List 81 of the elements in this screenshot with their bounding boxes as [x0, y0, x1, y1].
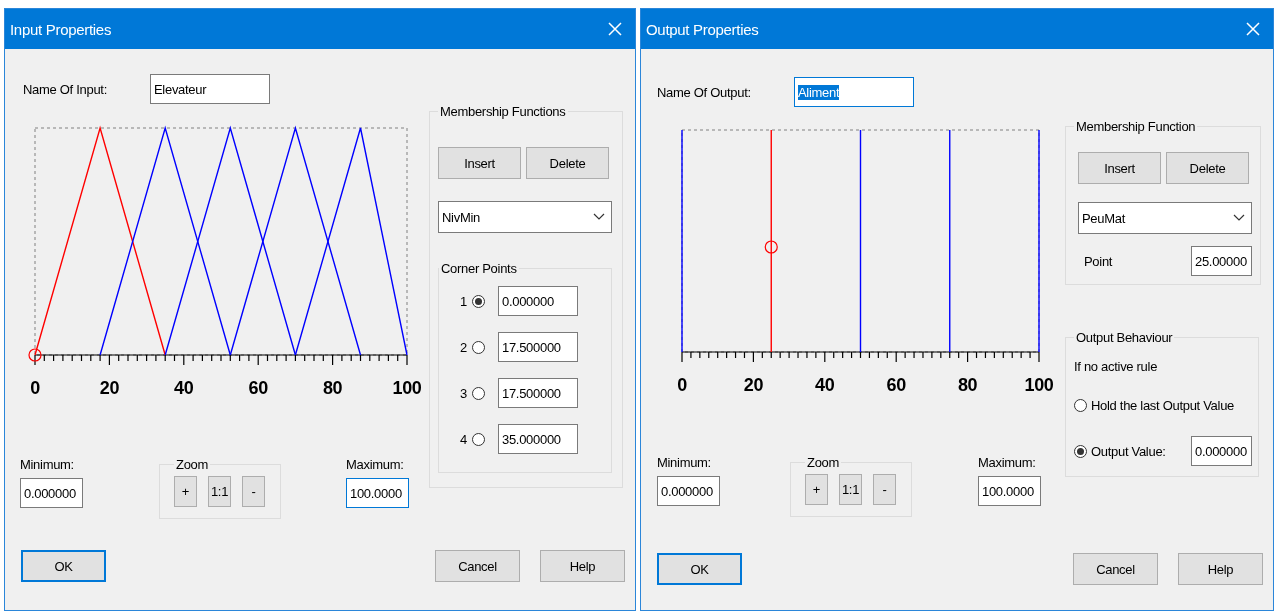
name-field[interactable]: Elevateur: [150, 74, 270, 104]
close-icon[interactable]: [1245, 21, 1261, 37]
group-title: Membership Functions: [439, 104, 567, 119]
zoom-button[interactable]: 1:1: [208, 476, 231, 507]
dialog-button[interactable]: OK: [657, 553, 742, 585]
field-label: Maximum:: [346, 457, 405, 472]
field-label: Minimum:: [20, 457, 75, 472]
dialog-button[interactable]: Cancel: [1073, 553, 1158, 585]
point-number: 3: [460, 385, 468, 401]
axis-label: 0: [677, 375, 687, 395]
minimum-field[interactable]: 0.000000: [20, 478, 83, 508]
membership-function[interactable]: [764, 130, 778, 352]
action-button[interactable]: Insert: [438, 147, 521, 179]
group-title: Zoom: [175, 457, 210, 472]
radio-label[interactable]: Output Value:: [1091, 443, 1166, 459]
membership-function[interactable]: [859, 130, 862, 352]
point-number: 2: [460, 339, 468, 355]
action-button[interactable]: Delete: [526, 147, 609, 179]
zoom-button[interactable]: -: [242, 476, 265, 507]
axis-label: 100: [392, 378, 422, 398]
axis-label: 20: [743, 375, 764, 395]
radio-button[interactable]: [472, 432, 485, 446]
axis-label: 60: [886, 375, 906, 395]
membership-function[interactable]: [28, 125, 166, 362]
action-button[interactable]: Insert: [1078, 152, 1161, 184]
point-number: 4: [460, 431, 468, 447]
radio-button[interactable]: [472, 294, 485, 308]
field-label: Maximum:: [978, 455, 1037, 470]
point-field[interactable]: 35.000000: [498, 424, 578, 454]
function-dropdown[interactable]: PeuMat: [1078, 202, 1252, 234]
window-title: Output Properties: [646, 20, 759, 38]
chevron-icon: [1233, 214, 1245, 222]
zoom-button[interactable]: -: [873, 474, 896, 505]
maximum-field[interactable]: 100.0000: [978, 476, 1041, 506]
radio-button[interactable]: [472, 340, 485, 354]
maximum-field[interactable]: 100.0000: [346, 478, 409, 508]
point-field[interactable]: 25.00000: [1191, 246, 1252, 276]
group-title: Output Behaviour: [1075, 330, 1174, 345]
field-label: Minimum:: [657, 455, 712, 470]
axis-label: 60: [248, 378, 268, 398]
membership-function[interactable]: [294, 127, 408, 356]
chevron-icon: [593, 213, 605, 221]
membership-function[interactable]: [164, 125, 297, 356]
field-label: Name Of Input:: [23, 81, 108, 97]
axis-label: 40: [174, 378, 194, 398]
zoom-button[interactable]: 1:1: [839, 474, 862, 505]
dialog-button[interactable]: Help: [1178, 553, 1263, 585]
axis-label: 20: [99, 378, 120, 398]
membership-function[interactable]: [229, 125, 362, 356]
field-label: Name Of Output:: [657, 84, 752, 100]
point-field[interactable]: 17.500000: [498, 332, 578, 362]
zoom-button[interactable]: +: [805, 474, 828, 505]
radio-button[interactable]: [1074, 398, 1087, 412]
name-field[interactable]: Aliment: [794, 77, 914, 107]
point-number: 1: [460, 293, 468, 309]
caption-text: If no active rule: [1074, 359, 1159, 374]
point-field[interactable]: 0.000000: [498, 286, 578, 316]
group-title: Zoom: [806, 455, 841, 470]
membership-function[interactable]: [99, 125, 231, 356]
point-field[interactable]: 17.500000: [498, 378, 578, 408]
function-dropdown[interactable]: NivMin: [438, 201, 612, 233]
minimum-field[interactable]: 0.000000: [657, 476, 720, 506]
close-icon[interactable]: [607, 21, 623, 37]
axis-label: 80: [957, 375, 978, 395]
zoom-button[interactable]: +: [174, 476, 197, 507]
window-title: Input Properties: [10, 20, 112, 38]
axis-label: 80: [322, 378, 343, 398]
axis-label: 100: [1024, 375, 1054, 395]
field-label: Point: [1084, 253, 1113, 269]
radio-button[interactable]: [472, 386, 485, 400]
group-title: Corner Points: [440, 261, 518, 276]
dialog-button[interactable]: Help: [540, 550, 625, 582]
axis-label: 0: [30, 378, 40, 398]
dialog-button[interactable]: OK: [21, 550, 106, 582]
group-title: Membership Function: [1075, 119, 1197, 134]
radio-label[interactable]: Hold the last Output Value: [1091, 397, 1234, 413]
dialog-button[interactable]: Cancel: [435, 550, 520, 582]
axis-label: 40: [815, 375, 835, 395]
radio-button[interactable]: [1074, 444, 1087, 458]
output-value-field[interactable]: 0.000000: [1191, 436, 1252, 466]
action-button[interactable]: Delete: [1166, 152, 1249, 184]
